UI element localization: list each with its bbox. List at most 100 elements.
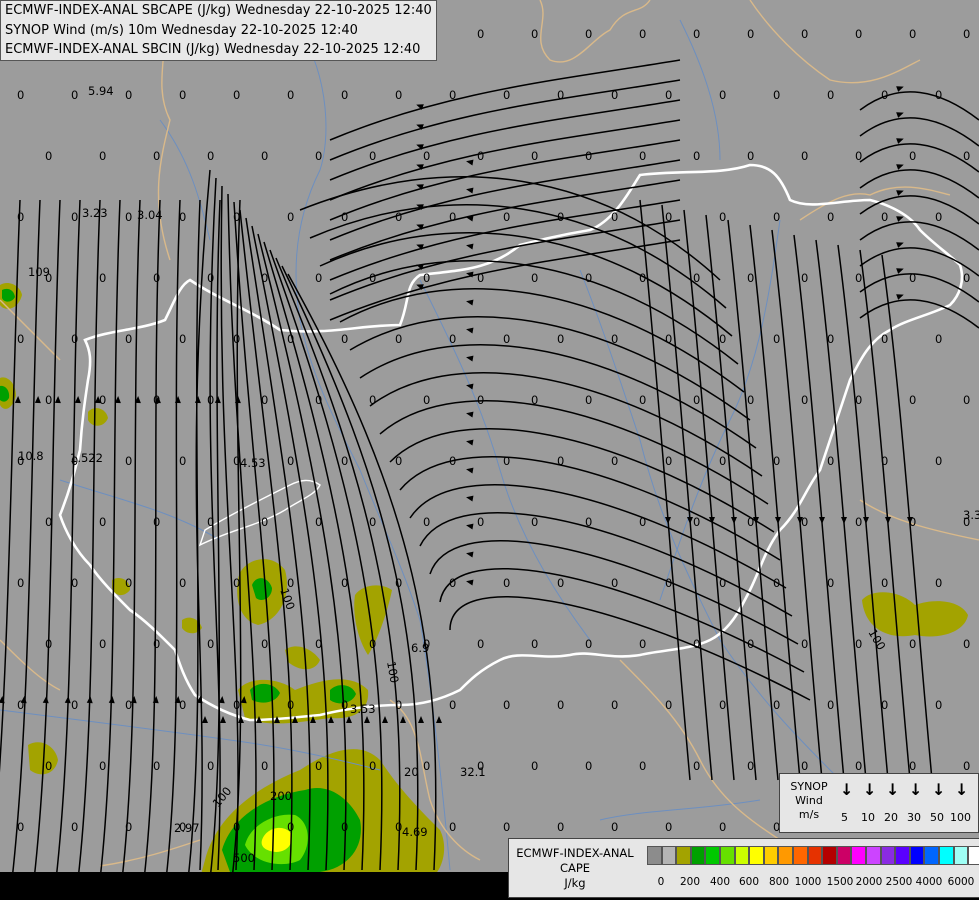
cin-zero-label: 0 [233, 210, 240, 224]
cape-color-swatch [734, 846, 750, 865]
cin-zero-label: 0 [45, 759, 52, 773]
cin-zero-label: 0 [531, 271, 538, 285]
cin-zero-label: 0 [585, 271, 592, 285]
cin-zero-label: 0 [315, 637, 322, 651]
streamline [727, 219, 779, 781]
streamline [121, 199, 141, 881]
streamline [143, 199, 161, 881]
cin-zero-label: 0 [315, 271, 322, 285]
cin-zero-label: 0 [71, 698, 78, 712]
cin-zero-label: 0 [531, 27, 538, 41]
streamline [349, 316, 751, 421]
streamline [639, 199, 691, 781]
cin-zero-label: 0 [693, 637, 700, 651]
cin-zero-label: 0 [449, 820, 456, 834]
cin-zero-label: 0 [747, 759, 754, 773]
cape-area-w3 [88, 408, 108, 426]
header-line-wind: SYNOP Wind (m/s) 10m Wednesday 22-10-202… [5, 22, 358, 38]
streamline-arrowhead [220, 716, 226, 723]
cin-zero-label: 0 [827, 454, 834, 468]
cin-zero-label: 0 [639, 149, 646, 163]
cin-zero-label: 0 [477, 149, 484, 163]
cin-zero-label: 0 [341, 332, 348, 346]
streamline [859, 169, 979, 199]
cin-zero-label: 0 [827, 698, 834, 712]
streamline-arrowhead [466, 439, 474, 446]
cin-zero-label: 0 [855, 149, 862, 163]
streamline-arrowhead [364, 716, 370, 723]
cin-zero-label: 0 [665, 210, 672, 224]
cape-color-swatch [647, 846, 662, 865]
cin-zero-label: 0 [801, 393, 808, 407]
map-value-label: 32.1 [460, 765, 486, 779]
cin-zero-label: 0 [719, 820, 726, 834]
cin-zero-label: 0 [557, 820, 564, 834]
cape-color-swatch [822, 846, 837, 865]
cin-zero-label: 0 [719, 454, 726, 468]
map-value-label: 5.94 [88, 84, 114, 98]
cin-zero-label: 0 [665, 576, 672, 590]
cin-zero-label: 0 [747, 27, 754, 41]
cin-zero-label: 0 [963, 27, 970, 41]
streamline-arrowhead [466, 523, 474, 530]
streamline-arrowhead [86, 696, 93, 704]
cin-zero-label: 0 [369, 637, 376, 651]
cin-zero-label: 0 [773, 454, 780, 468]
cin-zero-label: 0 [585, 515, 592, 529]
wind-arrow-icon: ↓ [886, 780, 900, 799]
cin-zero-label: 0 [125, 210, 132, 224]
cin-zero-label: 0 [909, 515, 916, 529]
cin-zero-label: 0 [801, 149, 808, 163]
cin-zero-label: 0 [449, 576, 456, 590]
cin-zero-label: 0 [369, 515, 376, 529]
cape-color-swatch [793, 846, 808, 865]
wind-streamlines [0, 59, 979, 881]
cin-zero-label: 0 [881, 454, 888, 468]
cin-zero-label: 0 [477, 637, 484, 651]
streamline-arrowhead [466, 243, 474, 250]
cin-zero-label: 0 [503, 454, 510, 468]
cin-zero-label: 0 [503, 210, 510, 224]
cin-zero-label: 0 [881, 210, 888, 224]
cin-zero-label: 0 [773, 576, 780, 590]
cin-zero-label: 0 [693, 393, 700, 407]
streamline-arrowhead [14, 396, 21, 404]
map-value-label: 3.53 [350, 702, 376, 716]
cin-zero-label: 0 [17, 210, 24, 224]
synop-wind-legend: SYNOP Wind m/s ↓ ↓ ↓ ↓ ↓ ↓ 5 10 20 30 50… [779, 773, 979, 833]
cin-zero-label: 0 [881, 332, 888, 346]
streamline [859, 143, 979, 173]
cin-zero-label: 0 [557, 698, 564, 712]
cin-zero-label: 0 [639, 271, 646, 285]
streamline [33, 199, 61, 881]
streamline-arrowhead [202, 716, 208, 723]
streamline-arrowhead [108, 696, 115, 704]
cin-zero-label: 0 [827, 576, 834, 590]
cin-zero-label: 0 [315, 149, 322, 163]
streamline [99, 199, 121, 881]
cape-color-swatch [720, 846, 735, 865]
region-border-10 [859, 499, 979, 541]
cin-zero-label: 0 [773, 698, 780, 712]
synop-title-line2: Wind [795, 794, 823, 807]
cin-zero-label: 0 [341, 576, 348, 590]
cin-zero-label: 0 [395, 332, 402, 346]
map-value-label: 109 [28, 265, 50, 279]
cin-zero-label: 0 [611, 576, 618, 590]
streamline-arrowhead [896, 86, 904, 92]
cin-zero-label: 0 [531, 637, 538, 651]
streamline-arrowhead [194, 396, 201, 404]
streamline-arrowhead [775, 517, 781, 524]
cin-zero-label: 0 [179, 210, 186, 224]
map-header: ECMWF-INDEX-ANAL SBCAPE (J/kg) Wednesday… [0, 0, 437, 61]
cin-zero-label: 0 [179, 332, 186, 346]
streamline [231, 199, 242, 881]
wind-speed-label: 10 [861, 811, 875, 824]
streamline-arrowhead [74, 396, 81, 404]
cin-zero-label: 0 [773, 332, 780, 346]
cin-zero-label: 0 [855, 271, 862, 285]
cin-zero-label: 0 [17, 88, 24, 102]
map-value-label: 500 [233, 851, 255, 865]
cin-zero-label: 0 [423, 271, 430, 285]
cin-zero-label: 0 [557, 454, 564, 468]
